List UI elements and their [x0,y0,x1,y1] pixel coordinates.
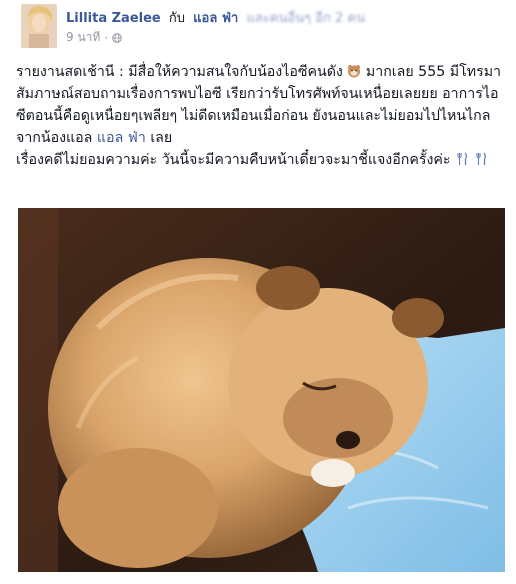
hamster-face-emoji [348,65,361,78]
tagged-others-link[interactable]: และคนอื่นๆ อีก 2 คน [246,11,365,26]
paragraph-1-text-a: รายงานสดเช้านี : มีสื่อให้ความสนใจกับน้อ… [16,64,343,80]
paragraph-1-text-c: เลย [150,130,173,146]
post-meta: 9 นาที · [66,28,122,47]
tagged-friend-link[interactable]: แอล ฟ่า [193,11,238,26]
tagged-mention-link[interactable]: แอล ฟ่า [97,130,146,146]
post-body: รายงานสดเช้านี : มีสื่อให้ความสนใจกับน้อ… [16,61,502,171]
post-header: Lillita Zaelee กับ แอล ฟ่า และคนอื่นๆ อี… [66,7,365,28]
paragraph-2-text: เรื่องคดีไม่ยอมความค่ะ วันนี้จะมีความคืบ… [16,152,451,168]
fork-and-knife-emoji [457,152,467,165]
globe-icon[interactable] [112,32,122,43]
fork-and-knife-emoji [476,152,486,165]
sleeping-puppy-photo[interactable] [18,208,505,572]
author-name[interactable]: Lillita Zaelee [66,11,161,26]
facebook-post: Lillita Zaelee กับ แอล ฟ่า และคนอื่นๆ อี… [0,0,516,584]
post-timestamp[interactable]: 9 นาที [66,28,100,47]
post-paragraph-1: รายงานสดเช้านี : มีสื่อให้ความสนใจกับน้อ… [16,61,502,149]
author-avatar[interactable] [21,4,57,48]
with-word: กับ [168,11,185,26]
post-paragraph-2: เรื่องคดีไม่ยอมความค่ะ วันนี้จะมีความคืบ… [16,149,502,171]
